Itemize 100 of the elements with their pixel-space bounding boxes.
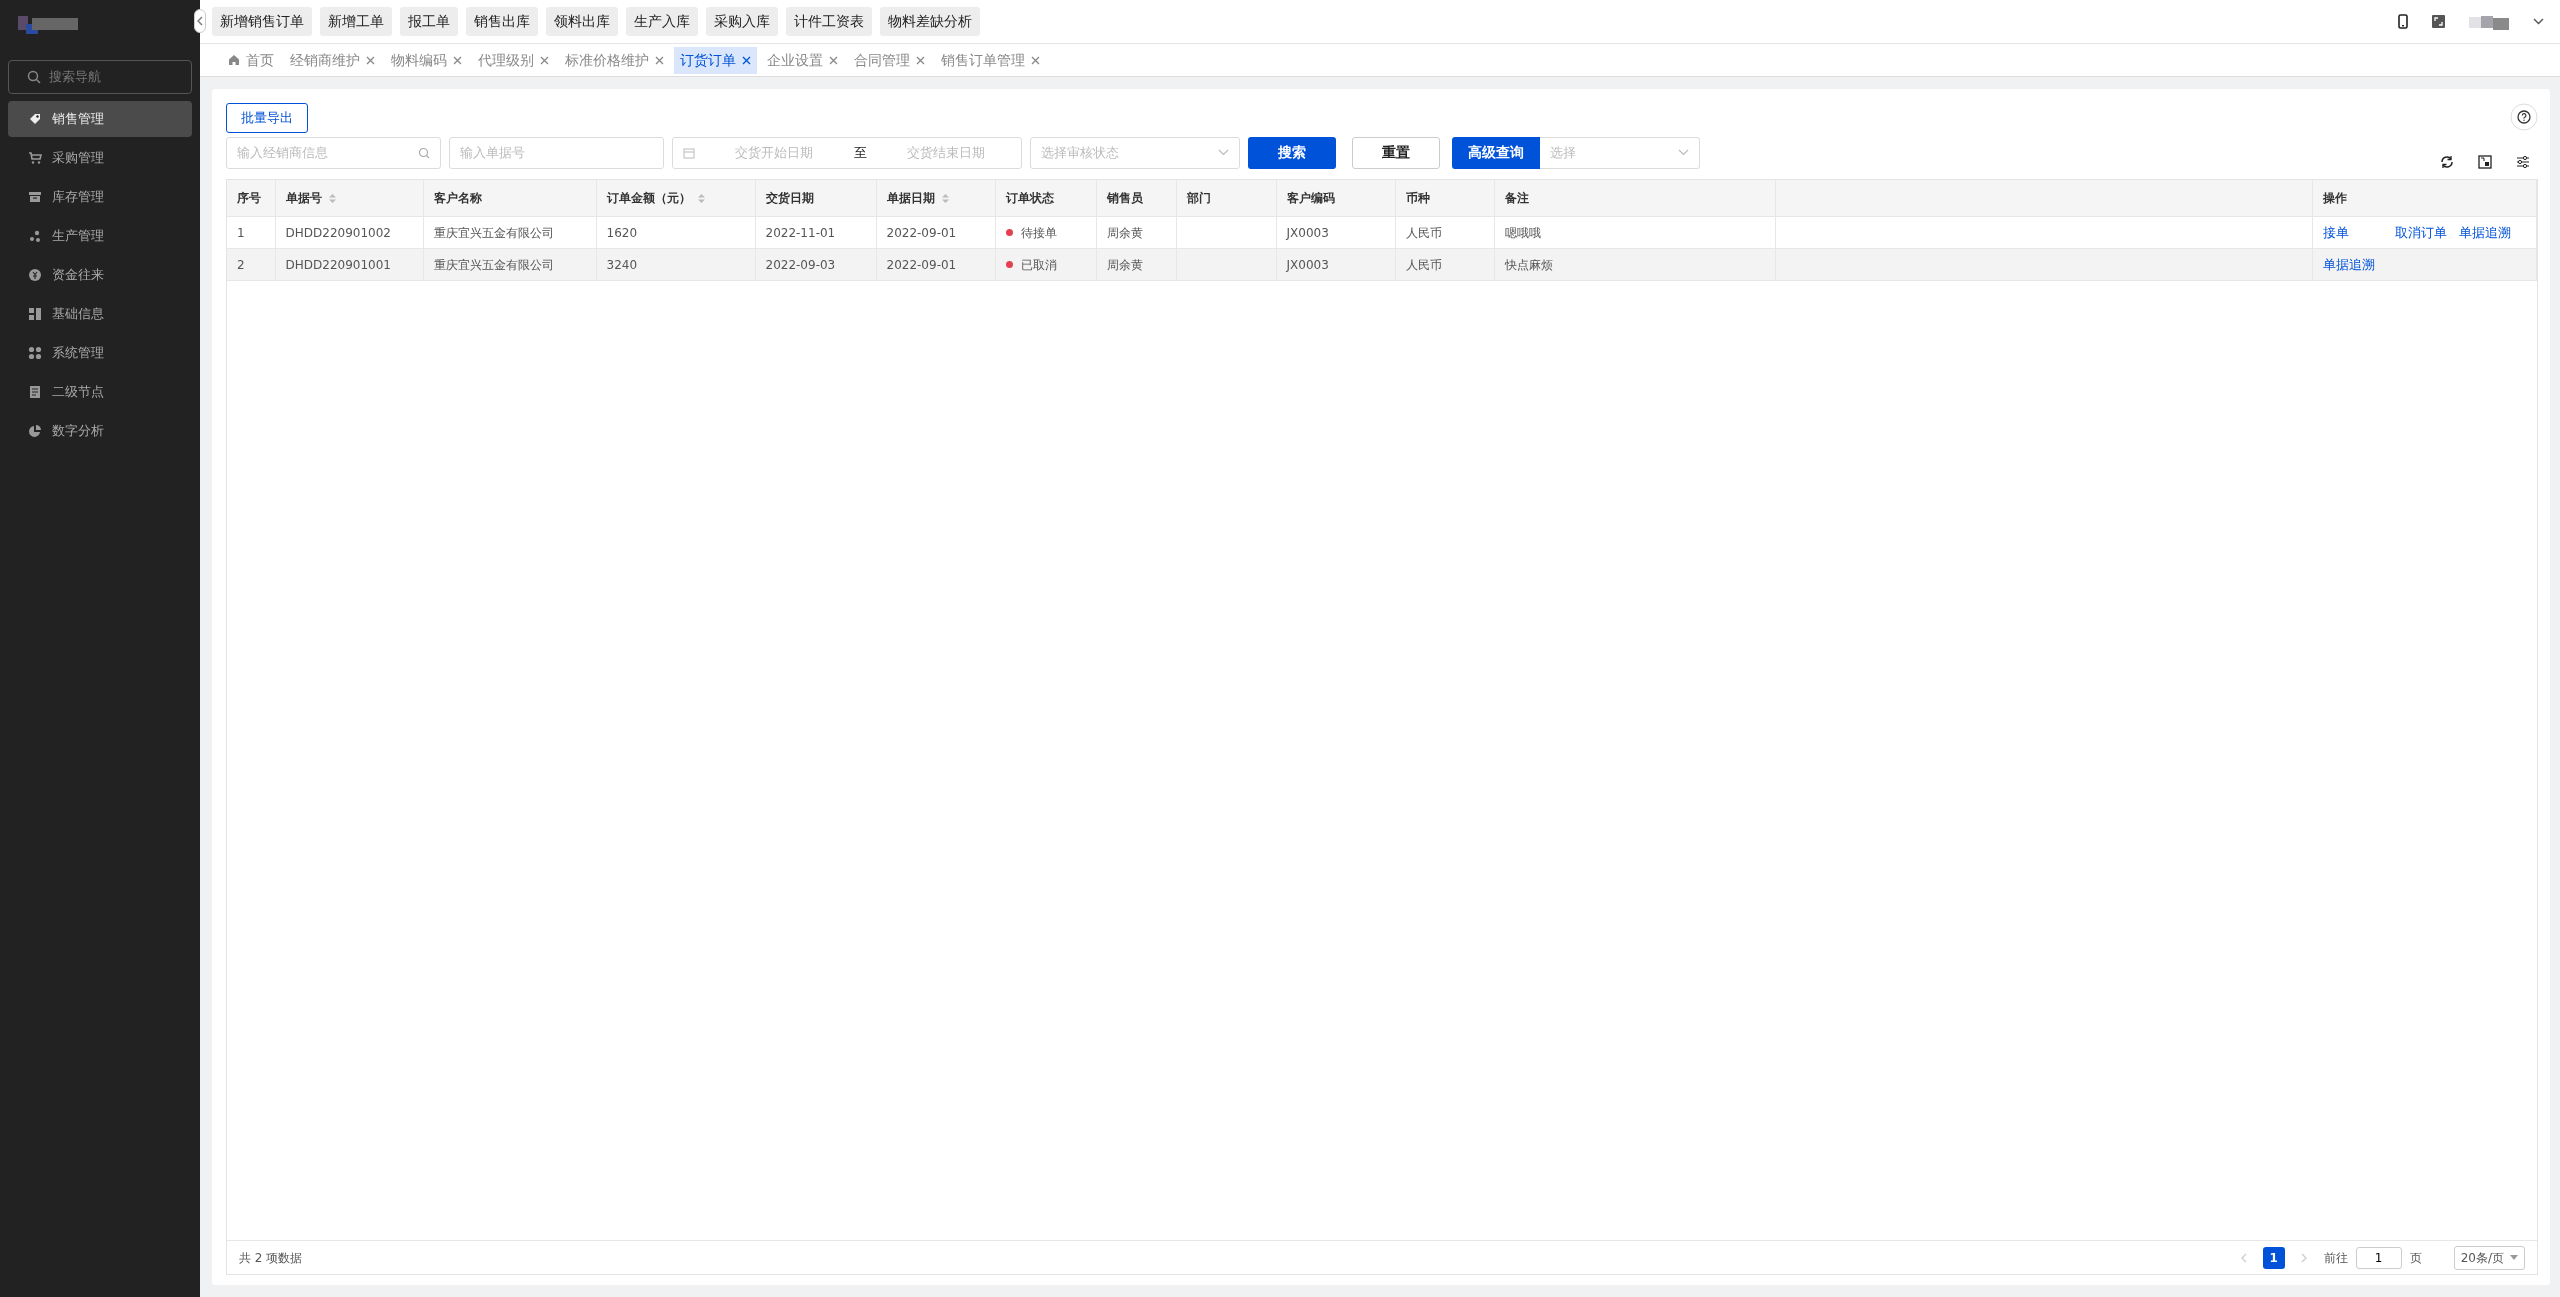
column-header: 销售员: [1096, 179, 1176, 217]
tab[interactable]: 销售订单管理: [935, 46, 1046, 74]
column-header[interactable]: 单据日期: [876, 179, 995, 217]
blocks-icon: [28, 307, 42, 321]
reset-button[interactable]: 重置: [1352, 136, 1440, 169]
menu-item[interactable]: 二级节点: [8, 374, 192, 410]
action-link[interactable]: 取消订单: [2395, 222, 2447, 243]
table-cell: 快点麻烦: [1504, 257, 1553, 272]
table-cell: 2022-09-03: [765, 257, 836, 272]
document-icon: [28, 385, 42, 399]
advanced-search-button[interactable]: 高级查询: [1452, 136, 1540, 169]
menu-item[interactable]: 采购管理: [8, 140, 192, 176]
help-icon[interactable]: [2510, 103, 2538, 131]
tab[interactable]: 经销商维护: [284, 46, 381, 74]
column-header: 备注: [1494, 179, 1775, 217]
menu-label: 系统管理: [52, 344, 104, 363]
table-cell: 2022-11-01: [765, 225, 836, 240]
tab[interactable]: 物料编码: [385, 46, 468, 74]
shortcut-button[interactable]: 采购入库: [706, 7, 778, 36]
menu-label: 库存管理: [52, 188, 104, 207]
close-icon[interactable]: [655, 55, 664, 65]
menu-label: 生产管理: [52, 227, 104, 246]
column-header: 交货日期: [755, 179, 876, 217]
menu-item[interactable]: 系统管理: [8, 335, 192, 371]
action-link[interactable]: 单据追溯: [2459, 222, 2511, 243]
shortcut-button[interactable]: 生产入库: [626, 7, 698, 36]
search-field[interactable]: 搜索导航: [8, 60, 192, 94]
search-button[interactable]: 搜索: [1248, 136, 1336, 169]
total-count: 共 2 项数据: [239, 1249, 303, 1267]
page-size-select[interactable]: 20条/页: [2453, 1245, 2525, 1270]
column-header[interactable]: 订单金额（元）: [596, 179, 755, 217]
column-header[interactable]: 单据号: [275, 179, 423, 217]
tab[interactable]: 合同管理: [848, 46, 931, 74]
menu-item[interactable]: 生产管理: [8, 218, 192, 254]
table-cell: DHDD220901002: [285, 225, 391, 240]
shortcut-button[interactable]: 销售出库: [466, 7, 538, 36]
goto-label: 前往: [2323, 1249, 2348, 1267]
collapse-handle[interactable]: [194, 9, 206, 33]
column-header: 客户名称: [423, 179, 596, 217]
close-icon[interactable]: [540, 55, 549, 65]
menu-item[interactable]: 资金往来: [8, 257, 192, 293]
table-cell: JX0003: [1286, 225, 1329, 240]
archive-icon: [28, 190, 42, 204]
caret-icon[interactable]: [2533, 18, 2544, 25]
action-link[interactable]: 单据追溯: [2323, 254, 2375, 275]
shortcut-button[interactable]: 领料出库: [546, 7, 618, 36]
menu-item[interactable]: 基础信息: [8, 296, 192, 332]
close-icon[interactable]: [742, 55, 751, 65]
table-cell: 重庆宜兴五金有限公司: [433, 225, 554, 240]
table-row[interactable]: 1 DHDD220901002 重庆宜兴五金有限公司 1620 2022-11-01 2022-09-01 待接单 周余黄 JX0003 人民币 嗯哦哦 接单 取消订单 单据追溯: [227, 216, 2537, 249]
column-header: 订单状态: [995, 179, 1096, 217]
search-icon: [418, 146, 430, 159]
menu-item[interactable]: 库存管理: [8, 179, 192, 215]
table-cell: 嗯哦哦: [1504, 225, 1541, 240]
table-cell: 人民币: [1405, 225, 1442, 240]
table-cell: DHDD220901001: [285, 257, 391, 272]
date-range-field[interactable]: 交货开始日期 至 交货结束日期: [672, 136, 1022, 169]
tab[interactable]: 标准价格维护: [559, 46, 670, 74]
menu-label: 基础信息: [52, 305, 104, 324]
table-cell: 2022-09-01: [886, 225, 957, 240]
table-cell: 3240: [606, 257, 638, 272]
tab[interactable]: 代理级别: [472, 46, 555, 74]
close-icon[interactable]: [829, 55, 838, 65]
table-cell: 1620: [606, 225, 638, 240]
pie-chart-icon: [28, 424, 42, 438]
table-row[interactable]: 2 DHDD220901001 重庆宜兴五金有限公司 3240 2022-09-03 2022-09-01 已取消 周余黄 JX0003 人民币 快点麻烦 单据追溯: [227, 248, 2537, 281]
menu-item[interactable]: 销售管理: [8, 101, 192, 137]
menu-label: 二级节点: [52, 383, 104, 402]
close-icon[interactable]: [1031, 55, 1040, 65]
close-icon[interactable]: [453, 55, 462, 65]
menu-item[interactable]: 数字分析: [8, 413, 192, 449]
fullscreen-icon[interactable]: [2432, 15, 2445, 28]
page-button[interactable]: 1: [2262, 1246, 2285, 1269]
density-icon[interactable]: [2478, 154, 2492, 169]
close-icon[interactable]: [916, 55, 925, 65]
table-cell: 人民币: [1405, 257, 1442, 272]
shortcut-button[interactable]: 物料差缺分析: [880, 7, 980, 36]
page-input[interactable]: 1: [2355, 1246, 2402, 1269]
avatar-icon[interactable]: [2469, 13, 2509, 30]
column-header: 操作: [2312, 179, 2537, 217]
tab[interactable]: 企业设置: [761, 46, 844, 74]
phone-icon[interactable]: [2398, 14, 2408, 29]
shortcut-button[interactable]: 报工单: [400, 7, 458, 36]
caret-icon: [1218, 149, 1229, 156]
shortcut-button[interactable]: 新增销售订单: [212, 7, 312, 36]
tag-icon: [28, 112, 42, 126]
shortcut-button[interactable]: 新增工单: [320, 7, 392, 36]
action-link[interactable]: 接单: [2323, 222, 2349, 243]
tab[interactable]: 首页: [222, 46, 280, 74]
close-icon[interactable]: [366, 55, 375, 65]
settings-icon[interactable]: [2516, 154, 2530, 169]
refresh-icon[interactable]: [2440, 154, 2454, 169]
search-icon: [27, 70, 41, 84]
menu-label: 资金往来: [52, 266, 104, 285]
export-button[interactable]: 批量导出: [226, 103, 308, 133]
dots-icon: [28, 229, 42, 243]
column-header: 部门: [1176, 179, 1276, 217]
table-cell: 2: [237, 257, 245, 272]
tab[interactable]: 订货订单: [674, 46, 757, 74]
shortcut-button[interactable]: 计件工资表: [786, 7, 872, 36]
